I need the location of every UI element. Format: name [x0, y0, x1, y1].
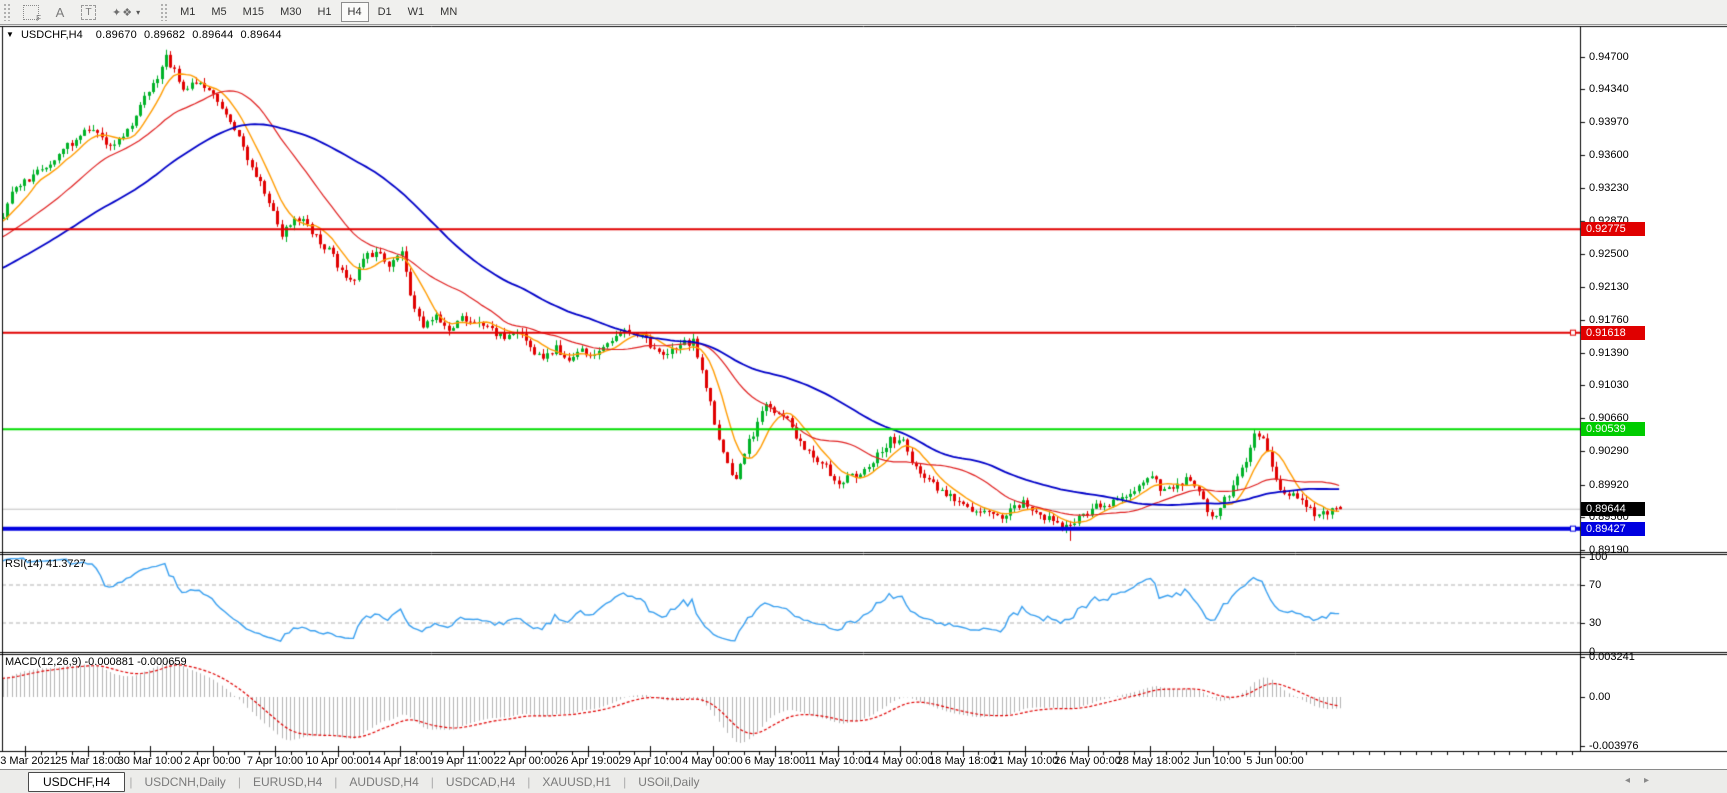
tab-usdcnh-daily[interactable]: USDCNH,Daily [132, 773, 237, 791]
tab-xauusd-h1[interactable]: XAUUSD,H1 [530, 773, 623, 791]
price-tick-label: 0.91030 [1589, 379, 1629, 391]
hline-price-tag: 0.89427 [1581, 522, 1645, 536]
toolbar-separator [160, 3, 167, 21]
timeframe-button-w1[interactable]: W1 [401, 2, 432, 22]
text-tool-button[interactable]: A [48, 2, 72, 22]
chevron-down-icon: ▾ [136, 8, 140, 17]
date-label: 18 May 18:00 [929, 755, 996, 767]
toolbar: F A T ✦❖▾ M1M5M15M30H1H4D1W1MN [0, 0, 1727, 25]
date-label: 19 Apr 11:00 [432, 755, 494, 767]
price-tick-label: 0.91390 [1589, 347, 1629, 359]
timeframe-button-m5[interactable]: M5 [204, 2, 233, 22]
price-tick-label: 0.89920 [1589, 479, 1629, 491]
tab-scroll-right-button[interactable]: ▸ [1644, 775, 1649, 786]
arrows-icon: ✦❖ [112, 6, 133, 19]
price-tick-label: 0.94340 [1589, 83, 1629, 95]
price-tick-label: 0.90290 [1589, 445, 1629, 457]
date-label: 26 Apr 19:00 [556, 755, 618, 767]
rsi-level-label: 100 [1589, 551, 1607, 563]
date-label: 14 Apr 18:00 [369, 755, 431, 767]
date-label: 25 Mar 18:00 [55, 755, 120, 767]
arrows-tool-button[interactable]: ✦❖▾ [105, 2, 147, 22]
price-tick-label: 0.92500 [1589, 248, 1629, 260]
symbol-label: USDCHF,H4 [21, 29, 83, 41]
timeframe-button-m1[interactable]: M1 [173, 2, 202, 22]
tab-usoil-daily[interactable]: USOil,Daily [626, 773, 711, 791]
date-label: 26 May 00:00 [1054, 755, 1121, 767]
text-label-tool-button[interactable]: T [74, 2, 103, 22]
timeframe-button-m15[interactable]: M15 [236, 2, 271, 22]
price-tick-label: 0.92130 [1589, 281, 1629, 293]
price-tick-label: 0.93600 [1589, 149, 1629, 161]
ohlc-low: 0.89644 [192, 29, 233, 41]
fibonacci-tool-button[interactable]: F [16, 2, 46, 22]
date-label: 30 Mar 10:00 [118, 755, 183, 767]
ohlc-open: 0.89670 [96, 29, 137, 41]
date-label: 29 Apr 10:00 [619, 755, 681, 767]
hline-price-tag: 0.91618 [1581, 326, 1645, 340]
hline-price-tag: 0.89644 [1581, 502, 1645, 516]
date-label: 28 May 18:00 [1117, 755, 1184, 767]
text-icon: A [56, 5, 65, 20]
chart-menu-caret[interactable]: ▼ [6, 30, 14, 39]
macd-main-value: -0.000881 [84, 656, 134, 668]
price-tick-label: 0.94700 [1589, 51, 1629, 63]
rsi-level-label: 70 [1589, 579, 1601, 591]
timeframe-button-mn[interactable]: MN [433, 2, 464, 22]
hline-price-tag: 0.92775 [1581, 222, 1645, 236]
date-label: 5 Jun 00:00 [1246, 755, 1304, 767]
rsi-indicator-label: RSI(14) 41.3727 [5, 558, 86, 570]
date-label: 23 Mar 2021 [0, 755, 56, 767]
timeframe-button-m30[interactable]: M30 [273, 2, 308, 22]
date-label: 11 May 10:00 [805, 755, 871, 767]
price-tick-label: 0.91760 [1589, 314, 1629, 326]
macd-axis-label: 0.003241 [1589, 651, 1635, 663]
date-label: 4 May 00:00 [682, 755, 743, 767]
price-tick-label: 0.93230 [1589, 182, 1629, 194]
chart-title: ▼ USDCHF,H4 0.89670 0.89682 0.89644 0.89… [6, 29, 282, 41]
tab-scroll-left-button[interactable]: ◂ [1625, 775, 1630, 786]
date-label: 14 May 00:00 [867, 755, 934, 767]
fibonacci-icon-letter: F [36, 14, 41, 23]
macd-indicator-label: MACD(12,26,9) -0.000881 -0.000659 [5, 656, 187, 668]
chart-window[interactable]: ▼ USDCHF,H4 0.89670 0.89682 0.89644 0.89… [0, 25, 1727, 769]
fibonacci-icon: F [23, 5, 39, 20]
price-tick-label: 0.93970 [1589, 116, 1629, 128]
macd-axis-label: -0.003976 [1589, 740, 1639, 752]
tab-usdcad-h4[interactable]: USDCAD,H4 [434, 773, 527, 791]
drawing-tools-group: F A T ✦❖▾ [15, 0, 148, 25]
tab-bar: USDCHF,H4|USDCNH,Daily|EURUSD,H4|AUDUSD,… [0, 769, 1727, 793]
timeframe-button-h4[interactable]: H4 [341, 2, 369, 22]
chart-canvas[interactable] [0, 25, 1727, 769]
date-label: 21 May 10:00 [992, 755, 1059, 767]
date-label: 7 Apr 10:00 [247, 755, 303, 767]
macd-axis-label: 0.00 [1589, 691, 1610, 703]
tab-usdchf-h4[interactable]: USDCHF,H4 [28, 772, 125, 792]
text-label-icon: T [81, 5, 96, 20]
rsi-value: 41.3727 [46, 558, 86, 570]
tab-eurusd-h4[interactable]: EURUSD,H4 [241, 773, 334, 791]
date-label: 22 Apr 00:00 [494, 755, 556, 767]
date-label: 6 May 18:00 [745, 755, 806, 767]
symbol-tabs: USDCHF,H4|USDCNH,Daily|EURUSD,H4|AUDUSD,… [28, 770, 712, 793]
timeframe-button-h1[interactable]: H1 [310, 2, 338, 22]
ohlc-close: 0.89644 [240, 29, 281, 41]
rsi-level-label: 30 [1589, 617, 1601, 629]
timeframe-button-d1[interactable]: D1 [371, 2, 399, 22]
tab-audusd-h4[interactable]: AUDUSD,H4 [337, 773, 430, 791]
macd-signal-value: -0.000659 [137, 656, 187, 668]
ohlc-high: 0.89682 [144, 29, 185, 41]
date-label: 10 Apr 00:00 [306, 755, 368, 767]
toolbar-grip[interactable] [3, 3, 10, 21]
timeframe-group: M1M5M15M30H1H4D1W1MN [172, 0, 465, 25]
hline-price-tag: 0.90539 [1581, 422, 1645, 436]
date-label: 2 Jun 10:00 [1184, 755, 1242, 767]
date-label: 2 Apr 00:00 [184, 755, 240, 767]
